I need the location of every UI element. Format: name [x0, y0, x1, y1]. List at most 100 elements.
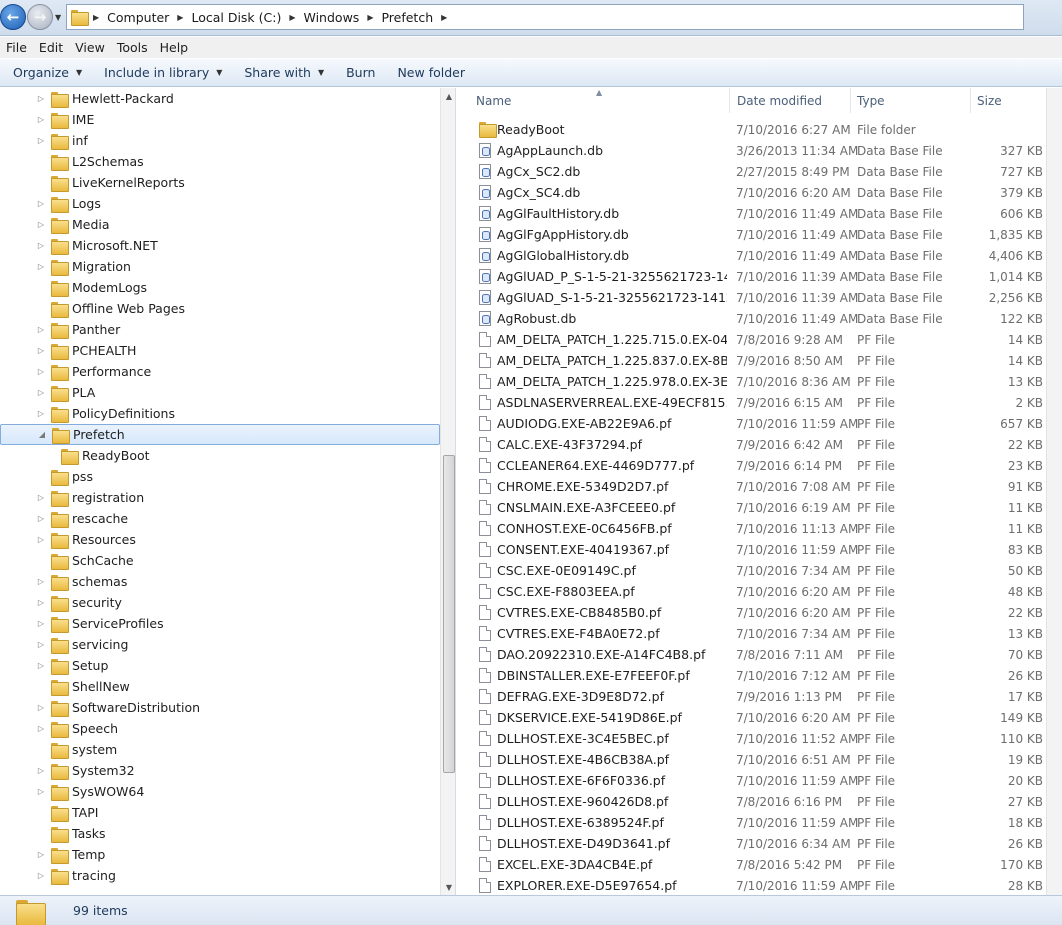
menu-tools[interactable]: Tools [111, 40, 154, 55]
burn-button[interactable]: Burn [339, 65, 382, 80]
breadcrumb-item[interactable]: Prefetch ▶ [381, 10, 455, 25]
expand-arrow-icon[interactable]: ▷ [35, 850, 47, 859]
expand-arrow-icon[interactable]: ▷ [35, 724, 47, 733]
file-row[interactable]: AUDIODG.EXE-AB22E9A6.pf 7/10/2016 11:59 A… [457, 413, 1062, 434]
file-row[interactable]: AgGlUAD_S-1-5-21-3255621723-1412767... 7/… [457, 287, 1062, 308]
expand-arrow-icon[interactable]: ▷ [35, 199, 47, 208]
file-row[interactable]: AM_DELTA_PATCH_1.225.837.0.EX-8B722... 7/… [457, 350, 1062, 371]
column-name[interactable]: Name [470, 88, 730, 113]
tree-item-system32[interactable]: ▷ System32 [0, 760, 440, 781]
file-row[interactable]: AgCx_SC2.db 2/27/2015 8:49 PM Data Base Fi… [457, 161, 1062, 182]
file-row[interactable]: AM_DELTA_PATCH_1.225.715.0.EX-04C0... 7/8… [457, 329, 1062, 350]
tree-item-resources[interactable]: ▷ Resources [0, 529, 440, 550]
tree-item-pla[interactable]: ▷ PLA [0, 382, 440, 403]
tree-item-syswow64[interactable]: ▷ SysWOW64 [0, 781, 440, 802]
file-row[interactable]: CONHOST.EXE-0C6456FB.pf 7/10/2016 11:13 A… [457, 518, 1062, 539]
column-date-modified[interactable]: Date modified [731, 88, 851, 113]
tree-item-tracing[interactable]: ▷ tracing [0, 865, 440, 886]
file-row[interactable]: DLLHOST.EXE-D49D3641.pf 7/10/2016 6:34 AM… [457, 833, 1062, 854]
breadcrumb-item[interactable]: Local Disk (C:) ▶ [191, 10, 303, 25]
tree-item-l2schemas[interactable]: L2Schemas [0, 151, 440, 172]
tree-item-offline-web-pages[interactable]: Offline Web Pages [0, 298, 440, 319]
file-row[interactable]: CHROME.EXE-5349D2D7.pf 7/10/2016 7:08 AM P… [457, 476, 1062, 497]
tree-item-tasks[interactable]: Tasks [0, 823, 440, 844]
tree-item-prefetch[interactable]: ◢ Prefetch [0, 424, 440, 445]
breadcrumb-chevron-icon[interactable]: ▶ [441, 13, 447, 22]
tree-scrollbar-thumb[interactable] [443, 455, 455, 773]
file-row[interactable]: DLLHOST.EXE-960426D8.pf 7/8/2016 6:16 PM P… [457, 791, 1062, 812]
file-row[interactable]: ASDLNASERVERREAL.EXE-49ECF815.pf 7/9/2016… [457, 392, 1062, 413]
file-row[interactable]: DKSERVICE.EXE-5419D86E.pf 7/10/2016 6:20 … [457, 707, 1062, 728]
file-row[interactable]: DLLHOST.EXE-3C4E5BEC.pf 7/10/2016 11:52 A… [457, 728, 1062, 749]
tree-item-policydefinitions[interactable]: ▷ PolicyDefinitions [0, 403, 440, 424]
tree-item-microsoft-net[interactable]: ▷ Microsoft.NET [0, 235, 440, 256]
tree-item-serviceprofiles[interactable]: ▷ ServiceProfiles [0, 613, 440, 634]
file-row[interactable]: AgGlFaultHistory.db 7/10/2016 11:49 AM Dat… [457, 203, 1062, 224]
expand-arrow-icon[interactable]: ▷ [35, 241, 47, 250]
file-row[interactable]: AgGlFgAppHistory.db 7/10/2016 11:49 AM Dat… [457, 224, 1062, 245]
tree-item-servicing[interactable]: ▷ servicing [0, 634, 440, 655]
back-button[interactable]: ← [0, 4, 26, 30]
forward-button[interactable]: → [27, 4, 53, 30]
file-row[interactable]: CALC.EXE-43F37294.pf 7/9/2016 6:42 AM PF F… [457, 434, 1062, 455]
expand-arrow-icon[interactable]: ▷ [35, 136, 47, 145]
tree-item-schemas[interactable]: ▷ schemas [0, 571, 440, 592]
tree-item-livekernelreports[interactable]: LiveKernelReports [0, 172, 440, 193]
expand-arrow-icon[interactable]: ▷ [35, 115, 47, 124]
menu-help[interactable]: Help [154, 40, 195, 55]
tree-item-inf[interactable]: ▷ inf [0, 130, 440, 151]
new-folder-button[interactable]: New folder [390, 65, 472, 80]
expand-arrow-icon[interactable]: ▷ [35, 493, 47, 502]
breadcrumb-chevron-icon[interactable]: ▶ [93, 13, 99, 22]
tree-item-migration[interactable]: ▷ Migration [0, 256, 440, 277]
file-row[interactable]: AgGlUAD_P_S-1-5-21-3255621723-14127... 7/… [457, 266, 1062, 287]
file-row[interactable]: DAO.20922310.EXE-A14FC4B8.pf 7/8/2016 7:1… [457, 644, 1062, 665]
file-row[interactable]: ReadyBoot 7/10/2016 6:27 AM File folder [457, 119, 1062, 140]
expand-arrow-icon[interactable]: ▷ [35, 577, 47, 586]
file-row[interactable]: CONSENT.EXE-40419367.pf 7/10/2016 11:59 A… [457, 539, 1062, 560]
tree-item-shellnew[interactable]: ShellNew [0, 676, 440, 697]
breadcrumb-item[interactable]: Windows ▶ [304, 10, 382, 25]
tree-item-modemlogs[interactable]: ModemLogs [0, 277, 440, 298]
file-row[interactable]: AgAppLaunch.db 3/26/2013 11:34 AM Data Bas… [457, 140, 1062, 161]
column-size[interactable]: Size [971, 88, 1046, 113]
expand-arrow-icon[interactable]: ▷ [35, 346, 47, 355]
expand-arrow-icon[interactable]: ▷ [35, 598, 47, 607]
expand-arrow-icon[interactable]: ▷ [35, 787, 47, 796]
expand-arrow-icon[interactable]: ▷ [35, 367, 47, 376]
include-in-library-button[interactable]: Include in library ▼ [97, 65, 229, 80]
expand-arrow-icon[interactable]: ▷ [35, 388, 47, 397]
tree-item-security[interactable]: ▷ security [0, 592, 440, 613]
tree-item-setup[interactable]: ▷ Setup [0, 655, 440, 676]
expand-arrow-icon[interactable]: ▷ [35, 871, 47, 880]
file-row[interactable]: CNSLMAIN.EXE-A3FCEEE0.pf 7/10/2016 6:19 A… [457, 497, 1062, 518]
file-row[interactable]: EXCEL.EXE-3DA4CB4E.pf 7/8/2016 5:42 PM PF … [457, 854, 1062, 875]
tree-item-rescache[interactable]: ▷ rescache [0, 508, 440, 529]
tree-item-panther[interactable]: ▷ Panther [0, 319, 440, 340]
expand-arrow-icon[interactable]: ▷ [35, 703, 47, 712]
breadcrumb-item[interactable]: Computer ▶ [107, 10, 191, 25]
file-row[interactable]: EXPLORER.EXE-D5E97654.pf 7/10/2016 11:59 … [457, 875, 1062, 895]
share-with-button[interactable]: Share with ▼ [237, 65, 331, 80]
tree-item-softwaredistribution[interactable]: ▷ SoftwareDistribution [0, 697, 440, 718]
organize-button[interactable]: Organize ▼ [6, 65, 89, 80]
address-path-box[interactable]: ▶ Computer ▶ Local Disk (C:) ▶ Windows ▶ Prefe… [66, 4, 1024, 30]
file-row[interactable]: CSC.EXE-F8803EEA.pf 7/10/2016 6:20 AM PF F… [457, 581, 1062, 602]
file-row[interactable]: CCLEANER64.EXE-4469D777.pf 7/9/2016 6:14 … [457, 455, 1062, 476]
tree-item-speech[interactable]: ▷ Speech [0, 718, 440, 739]
scroll-up-icon[interactable]: ▲ [441, 88, 455, 104]
expand-arrow-icon[interactable]: ▷ [35, 262, 47, 271]
tree-item-pss[interactable]: pss [0, 466, 440, 487]
tree-item-ime[interactable]: ▷ IME [0, 109, 440, 130]
expand-arrow-icon[interactable]: ▷ [35, 661, 47, 670]
tree-item-readyboot[interactable]: ReadyBoot [0, 445, 440, 466]
column-type[interactable]: Type [851, 88, 971, 113]
breadcrumb-chevron-icon[interactable]: ▶ [177, 13, 183, 22]
tree-item-pchealth[interactable]: ▷ PCHEALTH [0, 340, 440, 361]
tree-item-logs[interactable]: ▷ Logs [0, 193, 440, 214]
file-row[interactable]: DEFRAG.EXE-3D9E8D72.pf 7/9/2016 1:13 PM PF… [457, 686, 1062, 707]
tree-item-performance[interactable]: ▷ Performance [0, 361, 440, 382]
recent-pages-dropdown-icon[interactable]: ▼ [55, 13, 61, 22]
file-row[interactable]: AgGlGlobalHistory.db 7/10/2016 11:49 AM Da… [457, 245, 1062, 266]
file-row[interactable]: CSC.EXE-0E09149C.pf 7/10/2016 7:34 AM PF F… [457, 560, 1062, 581]
